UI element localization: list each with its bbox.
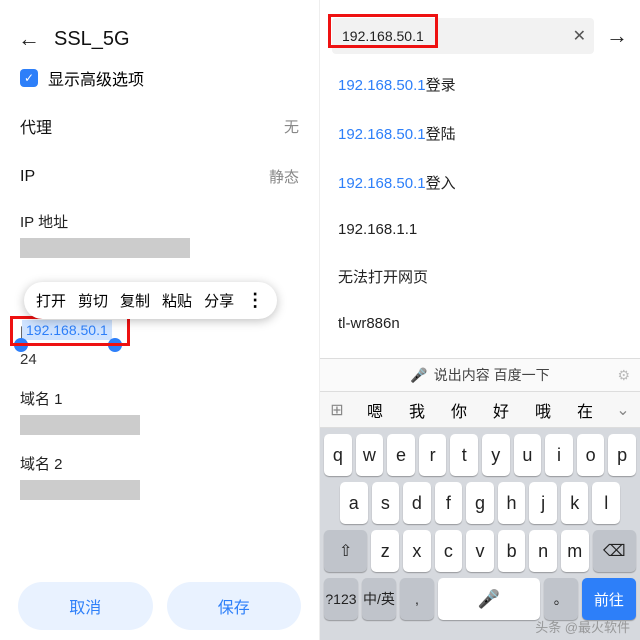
keyboard-row-4: ?123 中/英 , 🎤 。 前往 — [324, 578, 636, 620]
suggestion-item[interactable]: 192.168.50.1登陆 — [320, 109, 640, 158]
key-c[interactable]: c — [435, 530, 463, 572]
menu-paste[interactable]: 粘贴 — [162, 290, 192, 311]
backspace-key[interactable]: ⌫ — [593, 530, 636, 572]
highlight-box — [328, 14, 438, 48]
ip-value: 静态 — [269, 166, 299, 187]
suggestion-item[interactable]: 192.168.50.1登录 — [320, 60, 640, 109]
key-u[interactable]: u — [514, 434, 542, 476]
advanced-options-row[interactable]: ✓ 显示高级选项 — [0, 62, 319, 100]
candidate[interactable]: 我 — [409, 398, 425, 422]
period-key[interactable]: 。 — [544, 578, 578, 620]
key-n[interactable]: n — [529, 530, 557, 572]
voice-hint-text: 说出内容 百度一下 — [434, 365, 550, 385]
suggestion-item[interactable]: 192.168.50.1登入 — [320, 158, 640, 207]
keyboard: qwertyuiop asdfghjkl ⇧ zxcvbnm ⌫ ?123 中/… — [320, 428, 640, 640]
title-bar: ← SSL_5G — [0, 8, 319, 62]
key-g[interactable]: g — [466, 482, 494, 524]
key-x[interactable]: x — [403, 530, 431, 572]
proxy-row[interactable]: 代理 无 — [0, 100, 319, 152]
suggestion-item[interactable]: 192.168.1.1 — [320, 207, 640, 252]
candidate[interactable]: 你 — [451, 398, 467, 422]
checkbox-icon[interactable]: ✓ — [20, 69, 38, 87]
comma-key[interactable]: , — [400, 578, 434, 620]
key-i[interactable]: i — [545, 434, 573, 476]
candidate[interactable]: 嗯 — [367, 398, 383, 422]
clear-icon[interactable]: ✕ — [573, 26, 586, 46]
candidate[interactable]: 在 — [577, 398, 593, 422]
candidate[interactable]: 哦 — [535, 398, 551, 422]
redacted-field — [20, 238, 190, 258]
numeric-key[interactable]: ?123 — [324, 578, 358, 620]
key-p[interactable]: p — [608, 434, 636, 476]
back-icon[interactable]: ← — [18, 26, 40, 52]
watermark: 头条 @最火软件 — [535, 617, 630, 636]
page-title: SSL_5G — [54, 28, 130, 51]
grid-icon[interactable]: ⊞ — [320, 400, 354, 420]
proxy-value: 无 — [284, 116, 299, 137]
button-bar: 取消 保存 — [0, 582, 319, 630]
dns2-label: 域名 2 — [0, 443, 319, 476]
key-m[interactable]: m — [561, 530, 589, 572]
key-l[interactable]: l — [592, 482, 620, 524]
mic-icon: 🎤 — [410, 367, 427, 384]
menu-open[interactable]: 打开 — [36, 290, 66, 311]
ip-address-label: IP 地址 — [0, 201, 319, 234]
gear-icon[interactable]: ⚙ — [617, 367, 630, 384]
key-h[interactable]: h — [498, 482, 526, 524]
dns1-label: 域名 1 — [0, 370, 319, 411]
menu-share[interactable]: 分享 — [204, 290, 234, 311]
ip-label: IP — [20, 168, 35, 186]
status-bar — [0, 0, 319, 8]
key-y[interactable]: y — [482, 434, 510, 476]
key-t[interactable]: t — [450, 434, 478, 476]
key-v[interactable]: v — [466, 530, 494, 572]
suggestion-item[interactable]: 无法打开网页 — [320, 252, 640, 301]
candidate-row: ⊞ 嗯 我 你 好 哦 在 ⌄ — [320, 392, 640, 428]
chevron-down-icon[interactable]: ⌄ — [606, 400, 640, 420]
shift-key[interactable]: ⇧ — [324, 530, 367, 572]
key-z[interactable]: z — [371, 530, 399, 572]
key-e[interactable]: e — [387, 434, 415, 476]
key-d[interactable]: d — [403, 482, 431, 524]
candidate[interactable]: 好 — [493, 398, 509, 422]
key-o[interactable]: o — [577, 434, 605, 476]
wifi-settings-pane: ← SSL_5G ✓ 显示高级选项 代理 无 IP 静态 IP 地址 打开 剪切… — [0, 0, 320, 640]
key-s[interactable]: s — [372, 482, 400, 524]
voice-hint-bar[interactable]: 🎤 说出内容 百度一下 ⚙ — [320, 358, 640, 392]
key-w[interactable]: w — [356, 434, 384, 476]
highlight-box — [10, 316, 130, 346]
text-context-menu: 打开 剪切 复制 粘贴 分享 ⋮ — [24, 282, 277, 319]
lang-key[interactable]: 中/英 — [362, 578, 396, 620]
key-b[interactable]: b — [498, 530, 526, 572]
key-q[interactable]: q — [324, 434, 352, 476]
ip-row[interactable]: IP 静态 — [0, 152, 319, 201]
key-f[interactable]: f — [435, 482, 463, 524]
proxy-label: 代理 — [20, 114, 52, 138]
key-a[interactable]: a — [340, 482, 368, 524]
go-icon[interactable]: → — [600, 23, 634, 49]
keyboard-row-3: ⇧ zxcvbnm ⌫ — [324, 530, 636, 572]
key-j[interactable]: j — [529, 482, 557, 524]
more-icon[interactable]: ⋮ — [246, 290, 265, 311]
suggestion-item[interactable]: tl-wr886n — [320, 301, 640, 346]
menu-copy[interactable]: 复制 — [120, 290, 150, 311]
advanced-label: 显示高级选项 — [48, 66, 144, 90]
redacted-field — [20, 415, 140, 435]
browser-search-pane: 192.168.50.1 ✕ → 192.168.50.1登录192.168.5… — [320, 0, 640, 640]
redacted-field — [20, 480, 140, 500]
go-key[interactable]: 前往 — [582, 578, 636, 620]
menu-cut[interactable]: 剪切 — [78, 290, 108, 311]
suggestion-list: 192.168.50.1登录192.168.50.1登陆192.168.50.1… — [320, 60, 640, 346]
space-key[interactable]: 🎤 — [438, 578, 540, 620]
cancel-button[interactable]: 取消 — [18, 582, 153, 630]
key-r[interactable]: r — [419, 434, 447, 476]
status-bar — [320, 0, 640, 8]
save-button[interactable]: 保存 — [167, 582, 302, 630]
prefix-value[interactable]: 24 — [0, 345, 319, 370]
key-k[interactable]: k — [561, 482, 589, 524]
